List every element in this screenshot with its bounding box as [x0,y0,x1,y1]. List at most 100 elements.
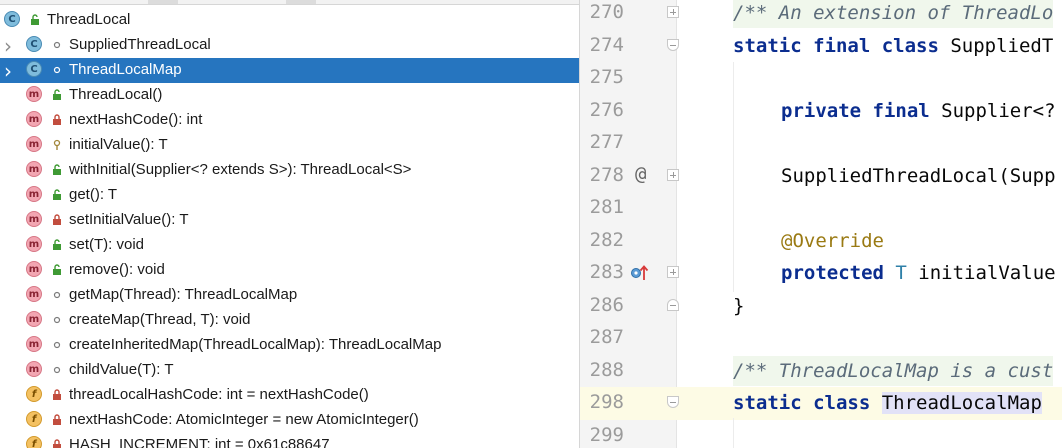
line-number: 282 [589,228,624,251]
expand-arrow-icon[interactable]: › [1,58,15,83]
code-line[interactable]: 276 private final Supplier<? [580,95,1062,128]
method-icon: m [26,136,44,154]
tree-item[interactable]: m nextHashCode(): int [0,108,579,133]
fold-collapse-icon[interactable] [667,298,679,311]
tree-item[interactable]: m getMap(Thread): ThreadLocalMap [0,283,579,308]
tree-item[interactable]: m set(T): void [0,233,579,258]
code-line[interactable]: 270 /** An extension of ThreadLo [580,0,1062,30]
code-text: private final Supplier<? [781,96,1056,126]
method-icon: m [26,361,44,379]
tree-item[interactable]: m childValue(T): T [0,358,579,383]
code-line[interactable]: 288 /** ThreadLocalMap is a cust [580,355,1062,388]
line-number: 299 [589,423,624,446]
tree-item[interactable]: m createInheritedMap(ThreadLocalMap): Thr… [0,333,579,358]
implements-marker-icon[interactable]: @ [635,163,646,185]
code-token: /** ThreadLocalMap is a cust [733,359,1054,382]
method-icon: m [26,161,44,179]
tree-item[interactable]: f nextHashCode: AtomicInteger = new Atomi… [0,408,579,433]
tree-item-label: nextHashCode: AtomicInteger = new Atomic… [69,411,419,428]
tree-item[interactable]: m get(): T [0,183,579,208]
fold-collapse-icon[interactable] [667,38,679,51]
tree-item[interactable]: m ThreadLocal() [0,83,579,108]
public-visibility-icon [51,239,63,253]
code-line[interactable]: 274 static final class SuppliedT [580,30,1062,63]
tree-item-label: ThreadLocal [47,11,131,28]
method-icon: m [26,236,44,254]
tree-item-label: get(): T [69,186,118,203]
public-visibility-icon [51,89,63,103]
code-line[interactable]: 286} [580,290,1062,323]
code-text: } [733,291,744,321]
tree-item[interactable]: f threadLocalHashCode: int = nextHashCode… [0,383,579,408]
tree-item-label: HASH_INCREMENT: int = 0x61c88647 [69,436,330,448]
code-line[interactable]: 283 protected T initialValue [580,257,1062,290]
method-icon: m [26,311,44,329]
private-visibility-icon [51,439,63,448]
line-number: 298 [589,391,624,413]
tree-item-label: ThreadLocal() [69,86,163,103]
line-number: 281 [589,196,624,218]
code-line[interactable]: 298 static class ThreadLocalMap [580,387,1062,420]
method-icon: m [26,336,44,354]
tree-item[interactable]: m createMap(Thread, T): void [0,308,579,333]
public-visibility-icon [51,264,63,278]
package-visibility-icon [51,339,63,353]
private-visibility-icon [51,214,63,228]
code-text: SuppliedThreadLocal(Supp [781,161,1056,191]
code-token: Supplier<? [929,99,1056,122]
code-line[interactable]: 299 [580,420,1062,448]
fold-expand-icon[interactable] [667,6,679,18]
tree-root-item[interactable]: C ThreadLocal [0,8,579,33]
code-token: } [733,294,745,317]
method-icon: m [26,186,44,204]
private-visibility-icon [51,389,63,403]
tree-item[interactable]: › C ThreadLocalMap [0,58,579,83]
tree-item[interactable]: m remove(): void [0,258,579,283]
tree-item[interactable]: f HASH_INCREMENT: int = 0x61c88647 [0,433,579,448]
code-token: ThreadLocalMap [881,392,1042,414]
tree-item[interactable]: m withInitial(Supplier<? extends S>): Thr… [0,158,579,183]
protected-visibility-icon [51,139,63,153]
code-line[interactable]: 287 [580,322,1062,355]
method-icon: m [26,211,44,229]
line-number: 277 [589,131,624,153]
fold-expand-icon[interactable] [667,266,679,278]
structure-panel: C ThreadLocal › C SuppliedThreadLocal › C Threa… [0,0,579,448]
line-number: 287 [589,326,624,348]
fold-expand-icon[interactable] [667,168,679,181]
toolbar-strip [0,0,579,5]
tree-item[interactable]: m setInitialValue(): T [0,208,579,233]
code-line[interactable]: 275 [580,62,1062,95]
code-line[interactable]: 277 [580,127,1062,160]
code-text: /** ThreadLocalMap is a cust [733,355,1054,386]
code-editor[interactable]: 270 /** An extension of ThreadLo 274 static… [579,0,1062,448]
fold-collapse-icon[interactable] [667,396,679,408]
tree-item-label: createMap(Thread, T): void [69,311,251,328]
package-visibility-icon [51,64,63,78]
tree-item-label: ThreadLocalMap [69,61,182,78]
tree-item-label: remove(): void [69,261,165,278]
code-line[interactable]: 282 @Override [580,225,1062,258]
expand-arrow-icon[interactable]: › [1,33,15,58]
code-line[interactable]: 281 [580,192,1062,225]
class-icon: C [26,36,44,54]
override-marker-icon[interactable] [630,263,650,283]
line-number: 270 [589,1,624,23]
tree-item[interactable]: › C SuppliedThreadLocal [0,33,579,58]
code-text: protected T initialValue [781,258,1056,288]
tree-item[interactable]: m initialValue(): T [0,133,579,158]
tree-item-label: getMap(Thread): ThreadLocalMap [69,286,298,303]
line-number: 276 [589,98,624,121]
tree-item-label: childValue(T): T [69,361,174,378]
code-line[interactable]: 278 @ SuppliedThreadLocal(Supp [580,160,1062,193]
field-icon: f [26,436,44,448]
code-token: initialValue [906,262,1056,284]
indent-guide [733,418,734,448]
line-number: 278 [589,163,624,186]
tree-item-label: nextHashCode(): int [69,111,203,128]
package-visibility-icon [51,289,63,303]
code-token: static final class [733,34,939,57]
package-visibility-icon [51,39,63,53]
